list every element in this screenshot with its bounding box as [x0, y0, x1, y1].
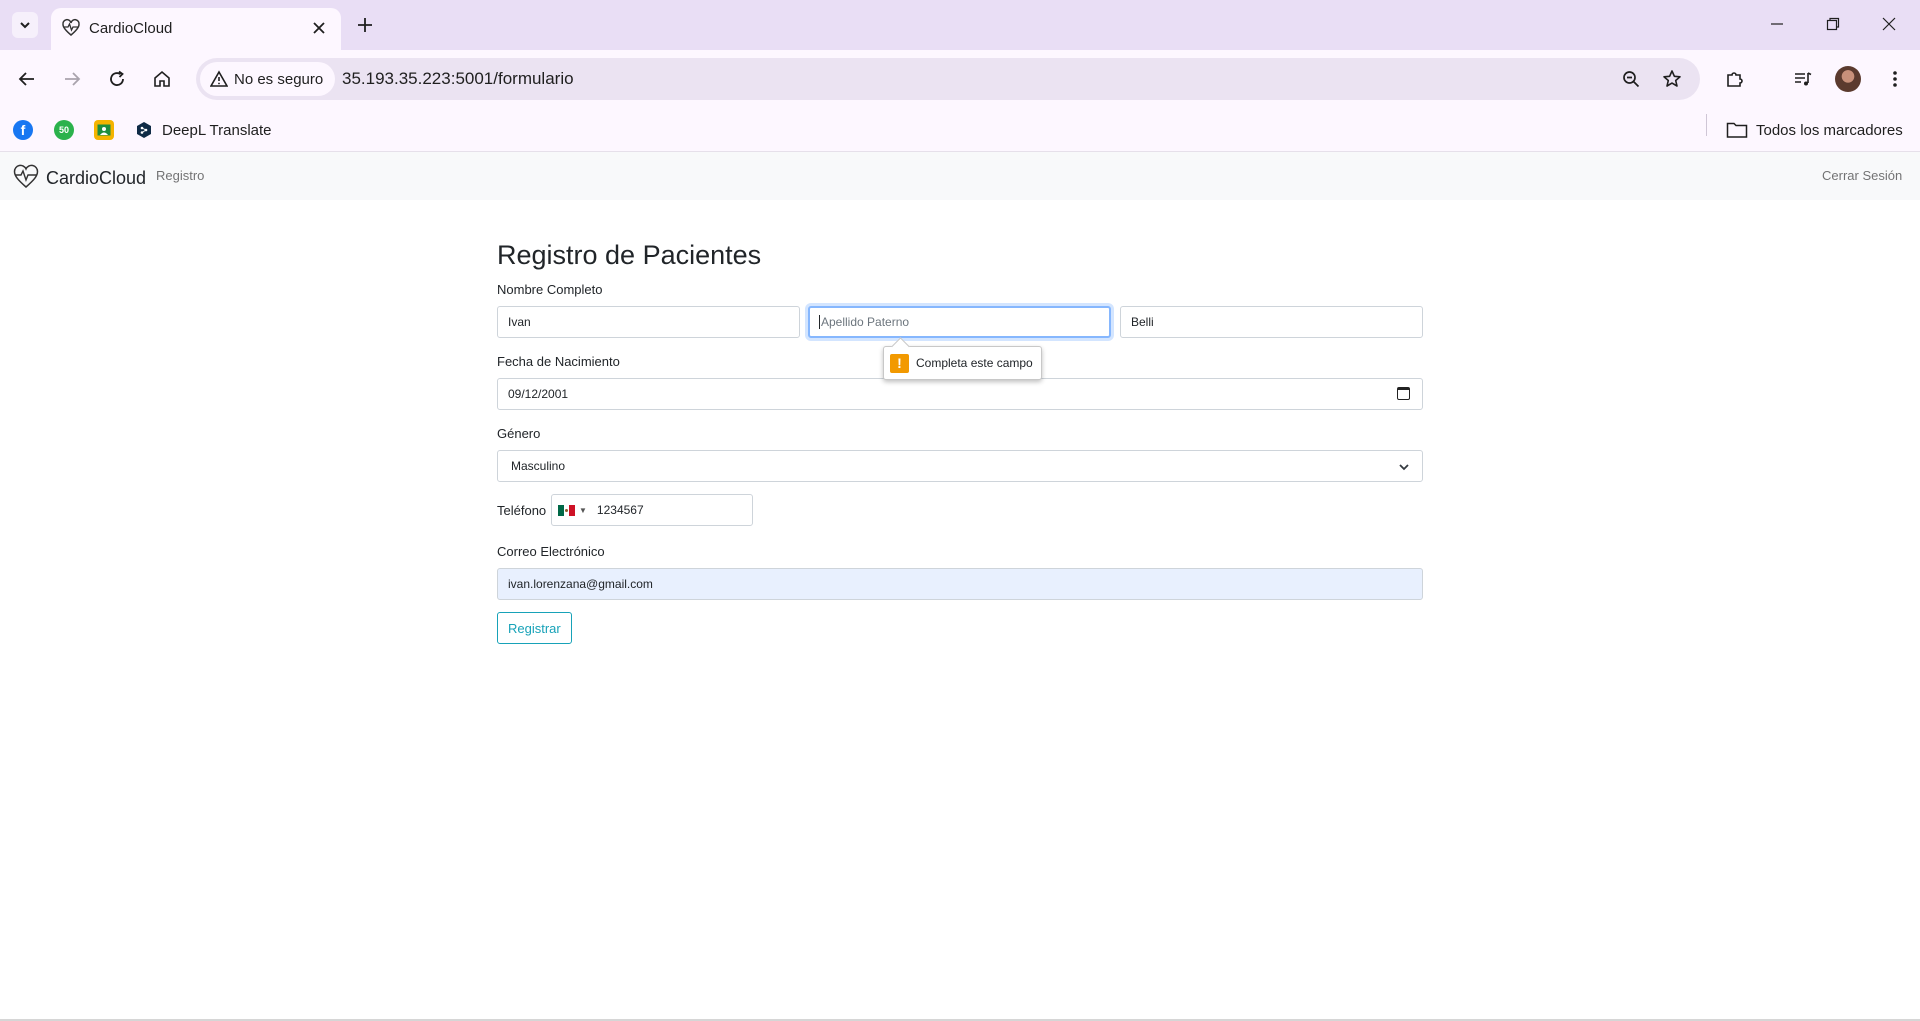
- plus-icon: [358, 18, 372, 32]
- email-value: ivan.lorenzana@gmail.com: [508, 577, 653, 591]
- bookmark-facebook[interactable]: f: [13, 116, 33, 144]
- puzzle-icon: [1727, 72, 1743, 87]
- home-icon: [154, 70, 170, 87]
- first-name-input[interactable]: Ivan: [497, 306, 800, 338]
- restore-button[interactable]: [1810, 8, 1856, 40]
- reload-button[interactable]: [102, 64, 132, 94]
- all-bookmarks-button[interactable]: Todos los marcadores: [1726, 116, 1903, 144]
- email-input[interactable]: ivan.lorenzana@gmail.com: [497, 568, 1423, 600]
- maternal-surname-input[interactable]: Belli: [1120, 306, 1423, 338]
- nav-link-cerrar-sesion[interactable]: Cerrar Sesión: [1822, 168, 1902, 183]
- tab-search-button[interactable]: [12, 12, 38, 38]
- birthdate-label: Fecha de Nacimiento: [497, 354, 620, 369]
- full-name-label: Nombre Completo: [497, 282, 603, 297]
- url-text: 35.193.35.223:5001/formulario: [342, 69, 574, 88]
- restore-icon: [1826, 17, 1840, 31]
- new-tab-button[interactable]: [352, 12, 378, 38]
- heart-pulse-logo-icon: [12, 162, 40, 195]
- warning-triangle-icon: [210, 70, 228, 87]
- profile-avatar[interactable]: [1835, 66, 1861, 92]
- bookmark-classroom[interactable]: [94, 116, 114, 144]
- folder-icon: [1726, 122, 1748, 138]
- phone-input[interactable]: ▼ 1234567: [551, 494, 753, 526]
- first-name-value: Ivan: [508, 315, 531, 329]
- close-icon: [1882, 17, 1896, 31]
- browser-tab-strip: CardioCloud: [0, 0, 1920, 50]
- country-dropdown-arrow-icon[interactable]: ▼: [579, 506, 587, 515]
- validation-tooltip: ! Completa este campo: [883, 346, 1042, 380]
- birthdate-input[interactable]: 09/12/2001: [497, 378, 1423, 410]
- validation-message: Completa este campo: [916, 356, 1033, 370]
- close-window-button[interactable]: [1866, 8, 1912, 40]
- extensions-button[interactable]: [1720, 64, 1750, 94]
- badge-50-icon: 50: [54, 120, 74, 140]
- phone-label: Teléfono: [497, 503, 547, 518]
- brand-name: CardioCloud: [46, 168, 147, 188]
- arrow-left-icon: [18, 72, 34, 86]
- gender-selected-value: Masculino: [511, 459, 566, 473]
- music-queue-icon: [1795, 72, 1812, 86]
- bookmarks-bar: f 50 DeepL Translate Todos los marcadore…: [0, 108, 1920, 152]
- bookmark-50[interactable]: 50: [54, 116, 74, 144]
- deepl-icon: [134, 120, 154, 140]
- address-bar[interactable]: No es seguro 35.193.35.223:5001/formular…: [196, 58, 1700, 100]
- security-indicator[interactable]: No es seguro: [200, 62, 336, 96]
- birthdate-value: 09/12/2001: [508, 387, 569, 401]
- bookmarks-separator: [1706, 114, 1707, 136]
- gender-label: Género: [497, 426, 541, 441]
- maternal-surname-value: Belli: [1131, 315, 1154, 329]
- nav-link-registro[interactable]: Registro: [156, 168, 204, 183]
- zoom-icon[interactable]: [1619, 67, 1643, 91]
- bookmark-deepl-label: DeepL Translate: [162, 121, 272, 139]
- paternal-surname-placeholder: Apellido Paterno: [821, 315, 910, 329]
- text-caret: [819, 315, 820, 329]
- close-icon[interactable]: [309, 18, 329, 38]
- classroom-icon: [94, 120, 114, 140]
- paternal-surname-input[interactable]: Apellido Paterno: [808, 306, 1111, 338]
- minimize-icon: [1771, 23, 1783, 25]
- heart-pulse-icon: [61, 18, 81, 43]
- brand-link[interactable]: CardioCloud: [12, 162, 146, 195]
- back-button[interactable]: [12, 64, 42, 94]
- reload-icon: [110, 70, 124, 86]
- app-navbar: CardioCloud Registro Cerrar Sesión: [0, 152, 1920, 200]
- facebook-icon: f: [13, 120, 33, 140]
- arrow-right-icon: [65, 72, 81, 86]
- home-button[interactable]: [147, 64, 177, 94]
- chevron-down-icon: [20, 22, 30, 29]
- browser-tab-active[interactable]: CardioCloud: [51, 8, 341, 50]
- register-button[interactable]: Registrar: [497, 612, 572, 644]
- forward-button[interactable]: [57, 64, 87, 94]
- email-label: Correo Electrónico: [497, 544, 605, 559]
- minimize-button[interactable]: [1754, 8, 1800, 40]
- bookmark-star-icon[interactable]: [1660, 67, 1684, 91]
- page-title: Registro de Pacientes: [497, 240, 762, 270]
- browser-menu-button[interactable]: [1880, 64, 1910, 94]
- gender-select[interactable]: Masculino: [497, 450, 1423, 482]
- bookmark-deepl[interactable]: DeepL Translate: [134, 116, 272, 144]
- exclamation-icon: !: [890, 353, 909, 373]
- browser-toolbar: No es seguro 35.193.35.223:5001/formular…: [0, 50, 1920, 108]
- media-control-button[interactable]: [1788, 64, 1818, 94]
- calendar-icon[interactable]: [1397, 387, 1410, 400]
- security-label: No es seguro: [234, 70, 324, 88]
- mexico-flag-icon[interactable]: [558, 504, 576, 516]
- more-vertical-icon: [1893, 71, 1897, 87]
- tab-title: CardioCloud: [89, 20, 173, 37]
- phone-value: 1234567: [596, 503, 644, 517]
- all-bookmarks-label: Todos los marcadores: [1756, 121, 1903, 139]
- chevron-down-icon: [1398, 461, 1410, 475]
